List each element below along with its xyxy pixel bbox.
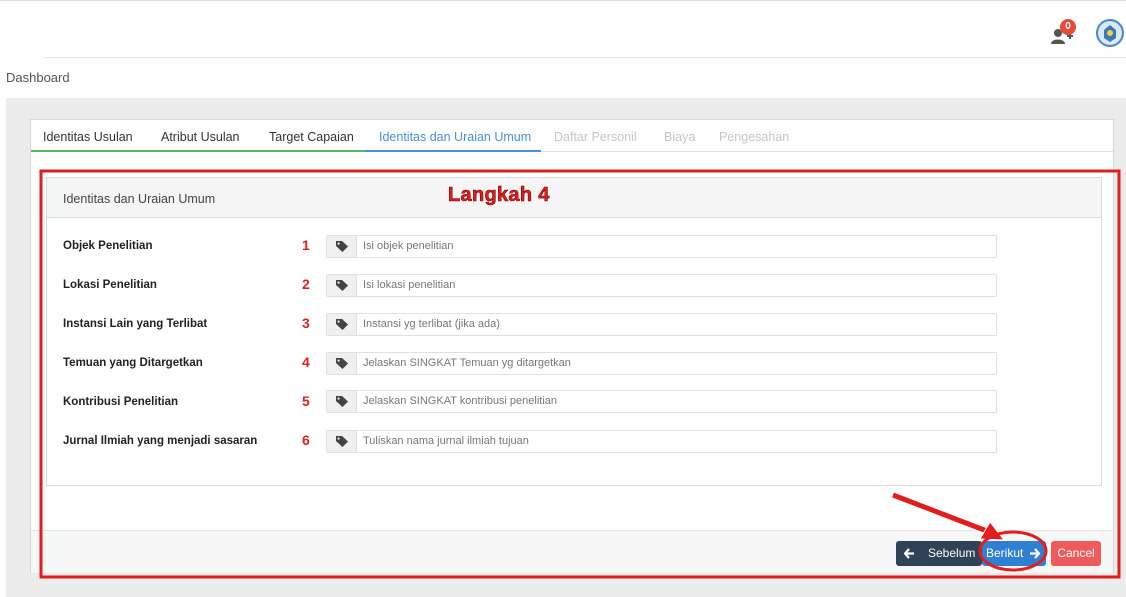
label-kontribusi-penelitian: Kontribusi Penelitian bbox=[63, 396, 179, 408]
step-number-3: 3 bbox=[302, 315, 310, 331]
step-number-1: 1 bbox=[302, 237, 310, 253]
tab-identitas-usulan[interactable]: Identitas Usulan bbox=[43, 130, 133, 144]
label-jurnal-ilmiah: Jurnal Ilmiah yang menjadi sasaran bbox=[63, 435, 258, 447]
label-temuan-ditargetkan: Temuan yang Ditargetkan bbox=[63, 357, 203, 369]
tab-biaya: Biaya bbox=[664, 130, 696, 144]
wizard-tabs: Identitas Usulan Atribut Usulan Target C… bbox=[31, 120, 1113, 152]
kontribusi-penelitian-field[interactable] bbox=[326, 390, 997, 413]
objek-penelitian-input[interactable] bbox=[363, 238, 983, 254]
notification-badge[interactable]: 0 bbox=[1060, 19, 1076, 35]
panel-title: Identitas dan Uraian Umum bbox=[63, 192, 216, 206]
step-number-6: 6 bbox=[302, 432, 310, 448]
lokasi-penelitian-input[interactable] bbox=[363, 277, 983, 293]
tag-icon bbox=[327, 431, 357, 452]
label-objek-penelitian: Objek Penelitian bbox=[63, 240, 153, 252]
step-number-4: 4 bbox=[302, 354, 310, 370]
label-lokasi-penelitian: Lokasi Penelitian bbox=[63, 279, 157, 291]
step-label: Langkah 4 bbox=[448, 184, 550, 207]
previous-button-label: Sebelum bbox=[928, 546, 976, 560]
arrow-left-icon bbox=[904, 548, 914, 559]
completed-tabs-underline bbox=[31, 150, 365, 152]
instansi-lain-input[interactable] bbox=[363, 316, 983, 332]
wizard-footer: Sebelum Berikut Cancel bbox=[31, 530, 1113, 573]
temuan-ditargetkan-input[interactable] bbox=[363, 355, 983, 371]
active-tab-underline bbox=[365, 150, 541, 152]
tag-icon bbox=[327, 391, 357, 412]
tab-atribut-usulan[interactable]: Atribut Usulan bbox=[161, 130, 240, 144]
tag-icon bbox=[327, 353, 357, 374]
panel-header: Identitas dan Uraian Umum bbox=[47, 178, 1101, 218]
previous-button[interactable]: Sebelum bbox=[896, 541, 982, 566]
kontribusi-penelitian-input[interactable] bbox=[363, 393, 983, 409]
tab-daftar-personil: Daftar Personil bbox=[554, 130, 637, 144]
instansi-lain-field[interactable] bbox=[326, 313, 997, 336]
temuan-ditargetkan-field[interactable] bbox=[326, 352, 997, 375]
label-instansi-lain: Instansi Lain yang Terlibat bbox=[63, 318, 208, 330]
proposal-wizard-card: Identitas Usulan Atribut Usulan Target C… bbox=[30, 119, 1114, 573]
objek-penelitian-field[interactable] bbox=[326, 235, 997, 258]
tab-pengesahan: Pengesahan bbox=[719, 130, 790, 144]
step-number-2: 2 bbox=[302, 276, 310, 292]
next-button-label: Berikut bbox=[986, 546, 1024, 560]
tag-icon bbox=[327, 275, 357, 296]
breadcrumb[interactable]: Dashboard bbox=[6, 70, 70, 85]
step-number-5: 5 bbox=[302, 393, 310, 409]
jurnal-ilmiah-input[interactable] bbox=[363, 433, 983, 449]
top-navbar: 0 bbox=[0, 0, 1126, 58]
navbar-divider bbox=[0, 56, 44, 58]
lokasi-penelitian-field[interactable] bbox=[326, 274, 997, 297]
university-logo-icon[interactable] bbox=[1096, 19, 1124, 47]
identitas-uraian-panel: Identitas dan Uraian Umum Objek Peneliti… bbox=[46, 177, 1102, 486]
next-button[interactable]: Berikut bbox=[982, 541, 1046, 566]
cancel-button[interactable]: Cancel bbox=[1051, 541, 1101, 566]
tab-target-capaian[interactable]: Target Capaian bbox=[269, 130, 354, 144]
jurnal-ilmiah-field[interactable] bbox=[326, 430, 997, 453]
tag-icon bbox=[327, 314, 357, 335]
tag-icon bbox=[327, 236, 357, 257]
tab-identitas-uraian-umum[interactable]: Identitas dan Uraian Umum bbox=[379, 130, 531, 144]
arrow-right-icon bbox=[1030, 548, 1040, 559]
